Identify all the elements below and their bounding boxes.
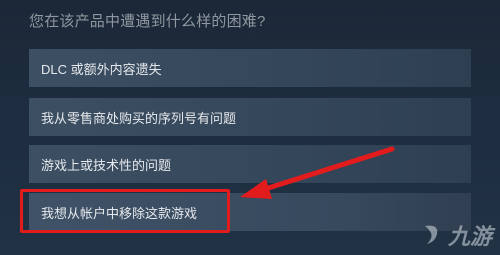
- option-retail-key-issue[interactable]: 我从零售商处购买的序列号有问题: [29, 98, 471, 136]
- watermark: 九游: [419, 219, 492, 251]
- watermark-text: 九游: [447, 224, 492, 249]
- option-dlc-missing[interactable]: DLC 或额外内容遗失: [29, 49, 471, 87]
- option-remove-game-from-account[interactable]: 我想从帐户中移除这款游戏: [29, 193, 471, 231]
- option-label: 我想从帐户中移除这款游戏: [41, 205, 198, 221]
- question-heading: 您在该产品中遭遇到什么样的困难?: [29, 13, 266, 30]
- option-label: 我从零售商处购买的序列号有问题: [41, 110, 237, 126]
- nine-game-logo-icon: [424, 225, 438, 244]
- option-label: 游戏上或技术性的问题: [41, 157, 172, 173]
- option-label: DLC 或额外内容遗失: [41, 61, 162, 77]
- option-technical-issue[interactable]: 游戏上或技术性的问题: [29, 145, 471, 183]
